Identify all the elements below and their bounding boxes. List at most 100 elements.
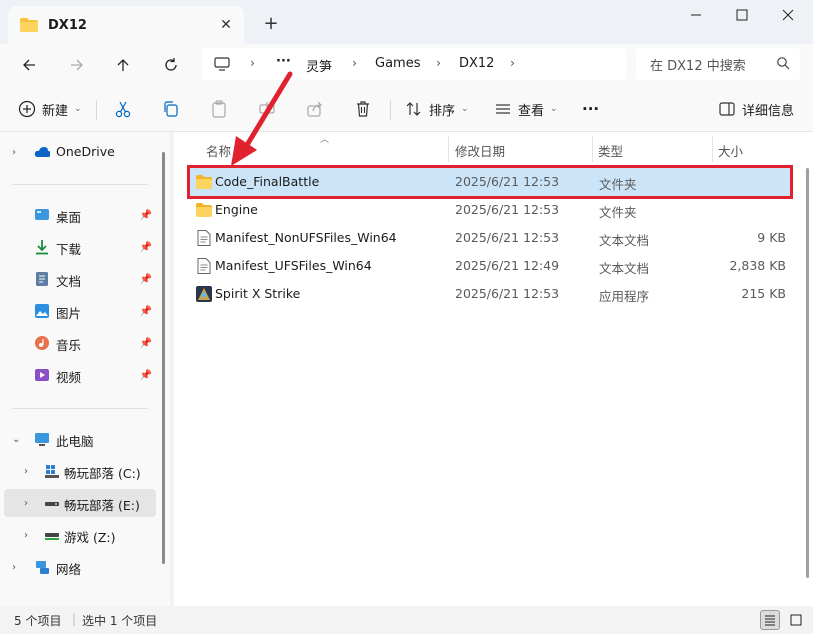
sidebar-item-drive-e[interactable]: › 畅玩部落 (E:) (4, 489, 156, 517)
paste-button[interactable] (210, 96, 228, 122)
file-row[interactable]: Code_FinalBattle 2025/6/21 12:53 文件夹 (187, 165, 793, 199)
new-tab-button[interactable]: + (260, 12, 282, 34)
column-divider[interactable] (712, 136, 713, 162)
details-view-icon (765, 615, 775, 626)
view-button-label: 查看 (518, 103, 545, 119)
tiles-view-button[interactable] (786, 610, 806, 630)
sort-button[interactable]: 排序 ⌄ (405, 96, 469, 122)
file-row[interactable]: Spirit X Strike 2025/6/21 12:53 应用程序 215… (190, 280, 790, 308)
file-type: 文件夹 (599, 205, 637, 220)
forward-button[interactable] (62, 52, 92, 78)
address-bar[interactable]: › ··· 灵笋 › Games › DX12 › (202, 48, 626, 80)
arrow-right-icon (71, 59, 83, 71)
network-drive-icon (45, 533, 59, 540)
sidebar-item-label: 文档 (56, 274, 82, 289)
sidebar-item-desktop[interactable]: 桌面 📌 (4, 201, 156, 229)
view-button[interactable]: 查看 ⌄ (494, 96, 558, 122)
status-bar: 5 个项目 | 选中 1 个项目 (0, 606, 813, 634)
navigation-pane: › OneDrive 桌面 📌 下载 📌 文档 📌 图片 📌 音乐 📌 视频 📌… (0, 132, 170, 606)
details-pane-icon (719, 102, 735, 116)
file-row[interactable]: Manifest_NonUFSFiles_Win64 2025/6/21 12:… (190, 224, 790, 252)
rename-icon (259, 102, 275, 116)
column-header-name[interactable]: 名称 (206, 138, 231, 162)
refresh-button[interactable] (156, 52, 186, 78)
rename-button[interactable] (258, 96, 276, 122)
breadcrumb-segment[interactable]: Games (375, 56, 420, 71)
sidebar-item-label: 网络 (56, 562, 82, 577)
cut-button[interactable] (114, 96, 132, 122)
desktop-icon (35, 209, 49, 220)
chevron-right-icon: › (12, 146, 16, 158)
system-drive-icon (45, 465, 59, 478)
trash-icon (357, 101, 369, 117)
pin-icon: 📌 (139, 337, 152, 349)
sidebar-item-documents[interactable]: 文档 📌 (4, 265, 156, 293)
sidebar-item-network[interactable]: › 网络 (4, 553, 156, 581)
column-divider[interactable] (448, 136, 449, 162)
chevron-down-icon: ⌄ (550, 104, 558, 114)
sidebar-item-label: 音乐 (56, 338, 82, 353)
folder-icon (196, 175, 212, 189)
sort-button-label: 排序 (429, 103, 456, 119)
search-icon (777, 57, 790, 70)
computer-icon (214, 57, 230, 71)
address-overflow-button[interactable]: ··· (276, 54, 291, 69)
file-row[interactable]: Manifest_UFSFiles_Win64 2025/6/21 12:49 … (190, 252, 790, 280)
up-button[interactable] (108, 52, 138, 78)
details-view-button[interactable] (760, 610, 780, 630)
delete-button[interactable] (354, 96, 372, 122)
maximize-button[interactable] (722, 4, 762, 26)
breadcrumb-segment[interactable]: 灵笋 (306, 56, 332, 75)
chevron-down-icon: ⌄ (461, 104, 469, 114)
file-row[interactable]: Engine 2025/6/21 12:53 文件夹 (190, 196, 790, 224)
column-header-type[interactable]: 类型 (598, 138, 623, 162)
more-options-button[interactable]: ··· (582, 96, 599, 122)
file-modified: 2025/6/21 12:53 (455, 286, 560, 301)
sidebar-item-label: 畅玩部落 (C:) (64, 466, 141, 481)
music-icon (35, 336, 49, 350)
sidebar-item-pictures[interactable]: 图片 📌 (4, 297, 156, 325)
sidebar-item-drive-c[interactable]: › 畅玩部落 (C:) (4, 457, 156, 485)
new-button[interactable]: 新建 ⌄ (18, 96, 82, 122)
sidebar-item-music[interactable]: 音乐 📌 (4, 329, 156, 357)
chevron-right-icon: › (24, 497, 28, 509)
address-row: › ··· 灵笋 › Games › DX12 › 在 DX12 中搜索 (0, 44, 813, 86)
close-window-button[interactable] (768, 4, 808, 26)
sidebar-item-onedrive[interactable]: › OneDrive (4, 138, 156, 166)
pictures-icon (35, 304, 49, 318)
sidebar-scrollbar[interactable] (162, 152, 165, 564)
back-button[interactable] (14, 52, 44, 78)
chevron-right-icon: › (436, 55, 441, 70)
close-tab-button[interactable]: ✕ (216, 15, 236, 35)
arrow-up-icon (117, 59, 129, 71)
breadcrumb-segment[interactable]: DX12 (459, 56, 494, 71)
search-input[interactable]: 在 DX12 中搜索 (636, 48, 800, 80)
plus-circle-icon (18, 100, 36, 118)
column-header-size[interactable]: 大小 (718, 138, 743, 162)
toolbar-divider (96, 100, 97, 120)
chevron-right-icon: › (352, 55, 357, 70)
sidebar-item-label: 此电脑 (56, 434, 94, 449)
minimize-button[interactable] (676, 4, 716, 26)
sidebar-item-drive-z[interactable]: › 游戏 (Z:) (4, 521, 156, 549)
share-button[interactable] (306, 96, 324, 122)
pin-icon: 📌 (139, 241, 152, 253)
sidebar-item-this-pc[interactable]: ⌄ 此电脑 (4, 425, 156, 453)
sidebar-item-videos[interactable]: 视频 📌 (4, 361, 156, 389)
column-divider[interactable] (592, 136, 593, 162)
file-name: Manifest_UFSFiles_Win64 (215, 258, 372, 273)
file-list-scrollbar[interactable] (806, 168, 809, 578)
minimize-icon (691, 14, 701, 16)
tab-dx12[interactable]: DX12 ✕ (8, 6, 244, 44)
sidebar-item-label: 下载 (56, 242, 82, 257)
copy-button[interactable] (162, 96, 180, 122)
tab-bar: DX12 ✕ + (0, 0, 813, 44)
details-pane-button[interactable]: 详细信息 (718, 96, 794, 122)
chevron-right-icon: › (250, 55, 255, 70)
column-header-modified[interactable]: 修改日期 (455, 138, 505, 162)
sidebar-item-downloads[interactable]: 下载 📌 (4, 233, 156, 261)
pin-icon: 📌 (139, 305, 152, 317)
file-type: 文本文档 (599, 233, 650, 248)
document-icon (36, 272, 48, 286)
cloud-icon (34, 147, 50, 157)
